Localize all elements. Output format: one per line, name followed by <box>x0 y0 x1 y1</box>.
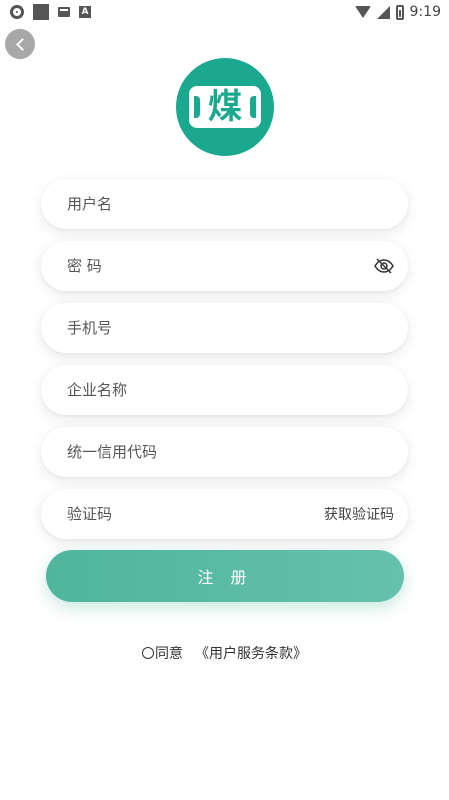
get-code-button[interactable]: 获取验证码 <box>324 504 394 524</box>
phone-field-container <box>41 303 408 353</box>
logo-badge: 煤 <box>189 86 261 128</box>
app-logo: 煤 <box>176 58 274 156</box>
status-left: A <box>10 4 91 20</box>
username-input[interactable] <box>67 195 394 213</box>
verification-field-container: 获取验证码 <box>41 489 408 539</box>
back-button[interactable] <box>5 29 35 59</box>
logo-bracket-right <box>250 96 256 118</box>
logo-bracket-left <box>194 96 200 118</box>
agreement-row: 同意 《用户服务条款》 <box>0 643 449 663</box>
verification-code-input[interactable] <box>67 505 324 523</box>
username-field-container <box>41 179 408 229</box>
eye-off-icon[interactable] <box>374 256 394 276</box>
status-time: 9:19 <box>409 4 441 20</box>
logo-character: 煤 <box>208 87 242 127</box>
mail-icon <box>58 7 70 17</box>
agree-radio[interactable] <box>142 647 154 659</box>
phone-input[interactable] <box>67 319 394 337</box>
settings-icon <box>10 5 24 19</box>
wifi-icon <box>354 6 371 18</box>
credit-code-field-container <box>41 427 408 477</box>
company-field-container <box>41 365 408 415</box>
company-name-input[interactable] <box>67 381 394 399</box>
battery-icon <box>395 4 404 20</box>
agree-label: 同意 <box>155 646 183 662</box>
chevron-left-icon <box>15 37 29 51</box>
square-icon <box>33 4 49 20</box>
password-field-container <box>41 241 408 291</box>
password-input[interactable] <box>67 257 374 275</box>
signal-icon <box>376 5 390 19</box>
status-right: 9:19 <box>354 4 441 20</box>
terms-link[interactable]: 《用户服务条款》 <box>195 643 307 663</box>
status-bar: A 9:19 <box>0 0 449 24</box>
a-icon: A <box>79 6 91 18</box>
credit-code-input[interactable] <box>67 443 394 461</box>
register-button[interactable]: 注 册 <box>46 550 404 602</box>
